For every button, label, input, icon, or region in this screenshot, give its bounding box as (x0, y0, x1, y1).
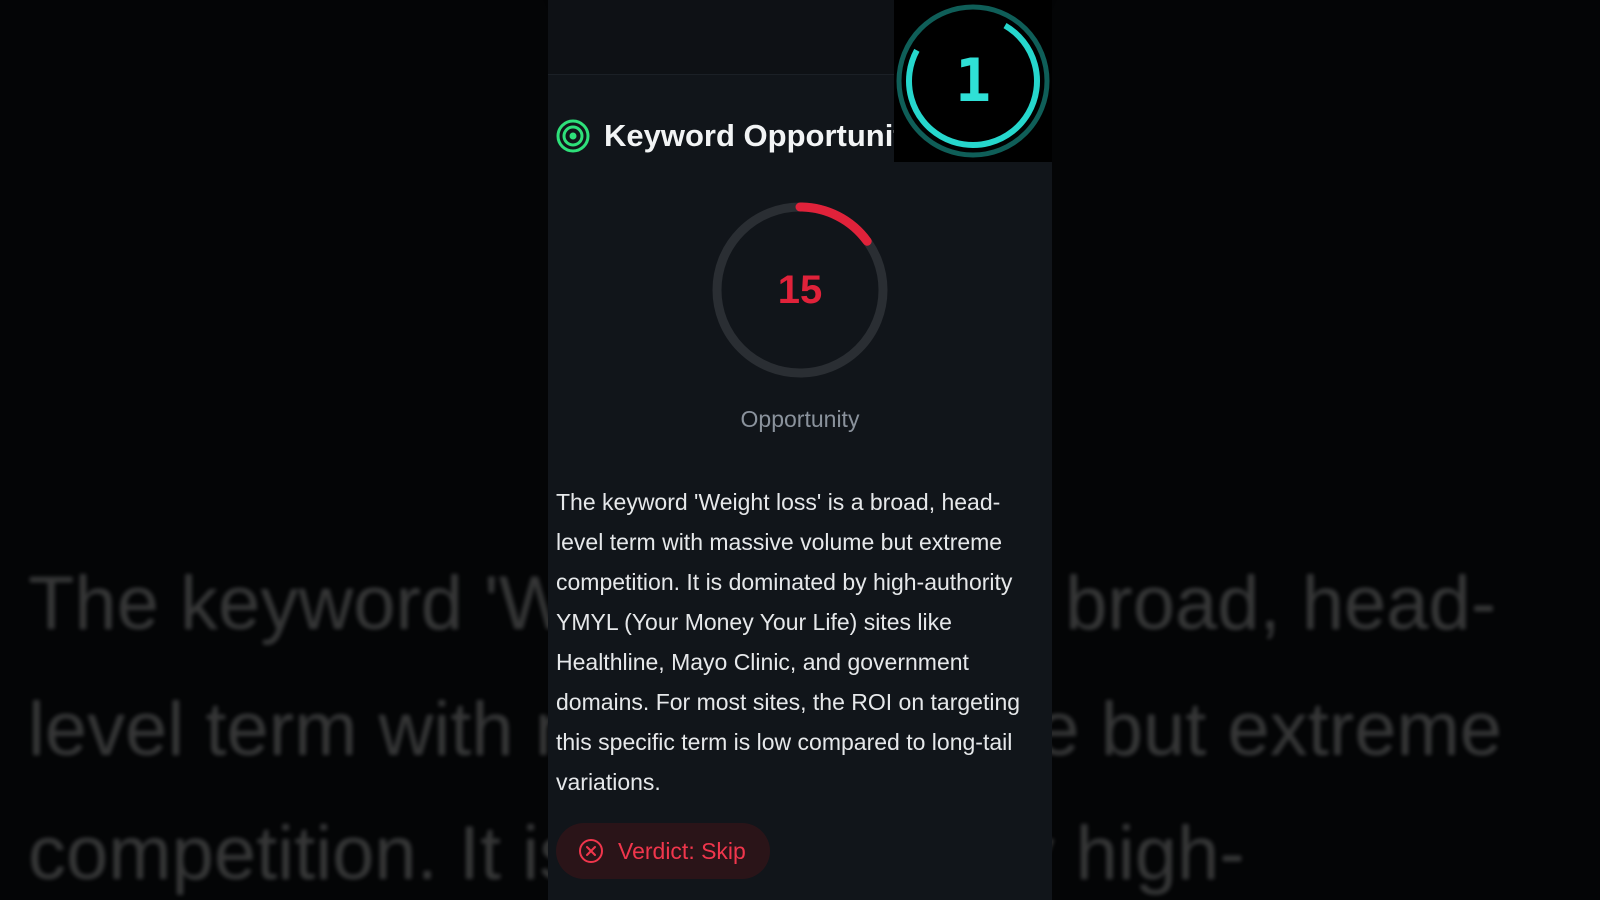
x-circle-icon (579, 839, 603, 863)
keyword-description: The keyword 'Weight loss' is a broad, he… (556, 489, 1021, 795)
opportunity-gauge: 15 (708, 198, 892, 382)
card-header: Keyword Opportunity (556, 118, 921, 154)
opportunity-score: 15 (777, 267, 823, 312)
target-icon (556, 119, 590, 153)
opportunity-label: Opportunity (740, 406, 860, 432)
verdict-badge: Verdict: Skip (556, 823, 770, 879)
card-title: Keyword Opportunity (604, 118, 921, 153)
verdict-label: Verdict: Skip (618, 837, 746, 864)
countdown-timer: 1 (894, 0, 1052, 162)
timer-digit: 1 (954, 46, 992, 116)
video-frame: The keyword 'Weight loss' is a broad, he… (0, 0, 1600, 900)
